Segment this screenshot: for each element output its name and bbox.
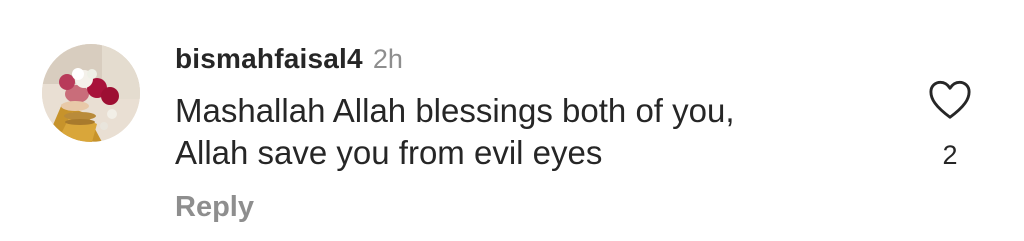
avatar[interactable] xyxy=(42,44,140,142)
like-count: 2 xyxy=(942,140,958,170)
like-area: 2 xyxy=(920,80,980,180)
timestamp: 2h xyxy=(372,43,403,74)
comment-text: Mashallah Allah blessings both of you, A… xyxy=(175,90,895,174)
comment-body: bismahfaisal4 2h Mashallah Allah blessin… xyxy=(175,36,895,224)
comment-meta: bismahfaisal4 2h xyxy=(175,36,895,82)
heart-outline-icon[interactable] xyxy=(928,80,972,120)
comment-text-line: Mashallah Allah blessings both of you, xyxy=(175,92,735,129)
comment: bismahfaisal4 2h Mashallah Allah blessin… xyxy=(0,0,1024,241)
username[interactable]: bismahfaisal4 xyxy=(175,43,363,75)
reply-button[interactable]: Reply xyxy=(175,191,254,224)
avatar-image xyxy=(42,44,140,142)
comment-text-line: Allah save you from evil eyes xyxy=(175,134,603,171)
